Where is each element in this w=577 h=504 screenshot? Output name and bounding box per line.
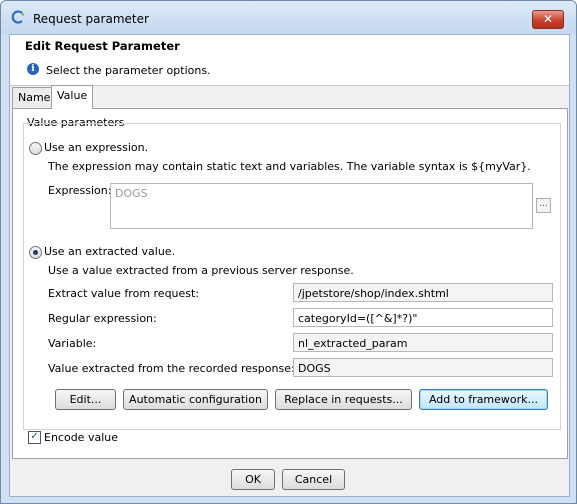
close-button[interactable]: ✕ bbox=[532, 10, 564, 29]
cancel-button[interactable]: Cancel bbox=[282, 469, 345, 490]
ok-button[interactable]: OK bbox=[231, 469, 275, 490]
extract-request-label: Extract value from request: bbox=[48, 287, 200, 300]
replace-in-requests-button[interactable]: Replace in requests... bbox=[275, 389, 412, 410]
app-icon bbox=[11, 10, 25, 24]
window-title: Request parameter bbox=[33, 12, 149, 26]
expression-browse-button[interactable]: ... bbox=[536, 198, 551, 213]
value-tab-panel: Value parameters Use an expression. The … bbox=[12, 108, 568, 459]
extracted-value-label: Value extracted from the recorded respon… bbox=[48, 362, 295, 375]
regex-field[interactable]: categoryId=([^&]*?)" bbox=[293, 308, 553, 327]
variable-field[interactable]: nl_extracted_param bbox=[293, 333, 553, 352]
extracted-value-field[interactable]: DOGS bbox=[293, 358, 553, 377]
encode-value-checkbox[interactable]: ✓ bbox=[28, 431, 41, 444]
add-to-framework-button[interactable]: Add to framework... bbox=[419, 389, 548, 410]
variable-label: Variable: bbox=[48, 337, 97, 350]
dialog-body: Edit Request Parameter i Select the para… bbox=[9, 34, 570, 497]
check-icon: ✓ bbox=[30, 431, 39, 442]
header-description: Select the parameter options. bbox=[46, 64, 211, 77]
header-title: Edit Request Parameter bbox=[25, 39, 180, 53]
expression-input[interactable]: DOGS bbox=[110, 183, 533, 229]
extracted-radio[interactable] bbox=[29, 246, 42, 259]
title-bar[interactable]: Request parameter ✕ bbox=[1, 1, 576, 34]
regex-label: Regular expression: bbox=[48, 312, 157, 325]
close-icon: ✕ bbox=[542, 12, 554, 26]
expression-radio[interactable] bbox=[29, 142, 42, 155]
expression-option-label[interactable]: Use an expression. bbox=[44, 141, 148, 154]
expression-hint: The expression may contain static text a… bbox=[48, 160, 531, 173]
automatic-configuration-button[interactable]: Automatic configuration bbox=[123, 389, 268, 410]
dialog-window: Request parameter ✕ Edit Request Paramet… bbox=[0, 0, 577, 504]
extracted-option-label[interactable]: Use an extracted value. bbox=[44, 245, 175, 258]
tab-name[interactable]: Name bbox=[12, 87, 57, 108]
edit-button[interactable]: Edit... bbox=[55, 389, 116, 410]
dialog-header: Edit Request Parameter i Select the para… bbox=[10, 35, 569, 86]
info-icon: i bbox=[27, 63, 39, 75]
expression-field-label: Expression: bbox=[48, 184, 112, 197]
tab-value[interactable]: Value bbox=[51, 85, 94, 109]
extracted-hint: Use a value extracted from a previous se… bbox=[48, 264, 354, 277]
extract-request-field[interactable]: /jpetstore/shop/index.shtml bbox=[293, 283, 553, 302]
encode-value-label[interactable]: Encode value bbox=[44, 431, 118, 444]
